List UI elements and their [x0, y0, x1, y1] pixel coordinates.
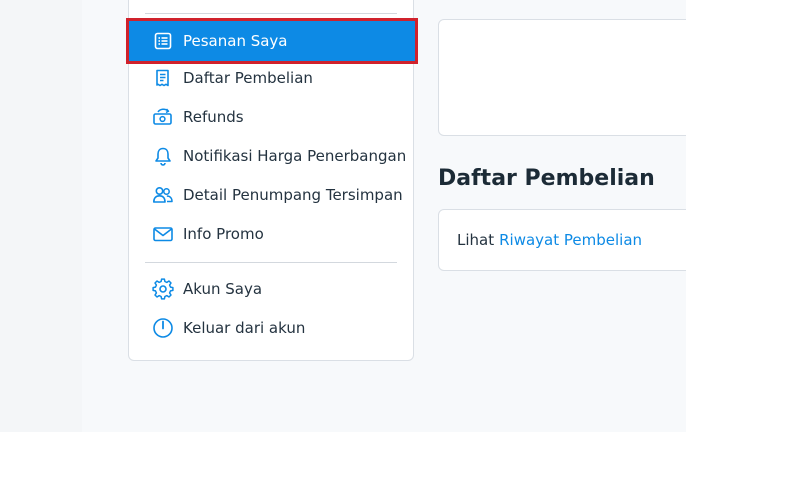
sidebar-item-label: Daftar Pembelian [183, 69, 313, 87]
purchase-history-card: Lihat Riwayat Pembelian [438, 209, 698, 271]
sidebar-divider-top [145, 13, 397, 14]
sidebar-divider-account [145, 262, 397, 263]
page-left-strip [0, 0, 82, 432]
history-prefix: Lihat [457, 231, 495, 249]
summary-card [438, 19, 698, 136]
sidebar-item-pesanan-saya[interactable]: Pesanan Saya [126, 18, 418, 64]
sidebar-item-label: Akun Saya [183, 280, 263, 298]
sidebar-item-label: Keluar dari akun [183, 319, 306, 337]
bell-icon [152, 145, 174, 167]
power-icon [152, 317, 174, 339]
list-icon [152, 30, 174, 52]
sidebar-item-notifikasi-harga[interactable]: Notifikasi Harga Penerbangan [129, 137, 415, 175]
purchase-history-link[interactable]: Riwayat Pembelian [499, 231, 642, 249]
mail-icon [152, 223, 174, 245]
sidebar-item-label: Pesanan Saya [183, 32, 288, 50]
receipt-icon [152, 67, 174, 89]
sidebar-item-info-promo[interactable]: Info Promo [129, 215, 415, 253]
sidebar-item-label: Refunds [183, 108, 244, 126]
account-sidebar: Pesanan Saya Daftar Pembelian Refunds No… [126, 0, 418, 361]
sidebar-item-refunds[interactable]: Refunds [129, 98, 415, 136]
gear-icon [152, 278, 174, 300]
sidebar-item-keluar[interactable]: Keluar dari akun [129, 309, 415, 347]
refund-icon [152, 106, 174, 128]
sidebar-item-daftar-pembelian[interactable]: Daftar Pembelian [129, 59, 415, 97]
section-title: Daftar Pembelian [438, 166, 655, 191]
users-icon [152, 184, 174, 206]
blank-area [686, 0, 800, 500]
sidebar-item-label: Detail Penumpang Tersimpan [183, 186, 403, 204]
sidebar-item-akun-saya[interactable]: Akun Saya [129, 270, 415, 308]
sidebar-item-label: Info Promo [183, 225, 264, 243]
sidebar-item-detail-penumpang[interactable]: Detail Penumpang Tersimpan [129, 176, 415, 214]
sidebar-item-label: Notifikasi Harga Penerbangan [183, 147, 407, 165]
